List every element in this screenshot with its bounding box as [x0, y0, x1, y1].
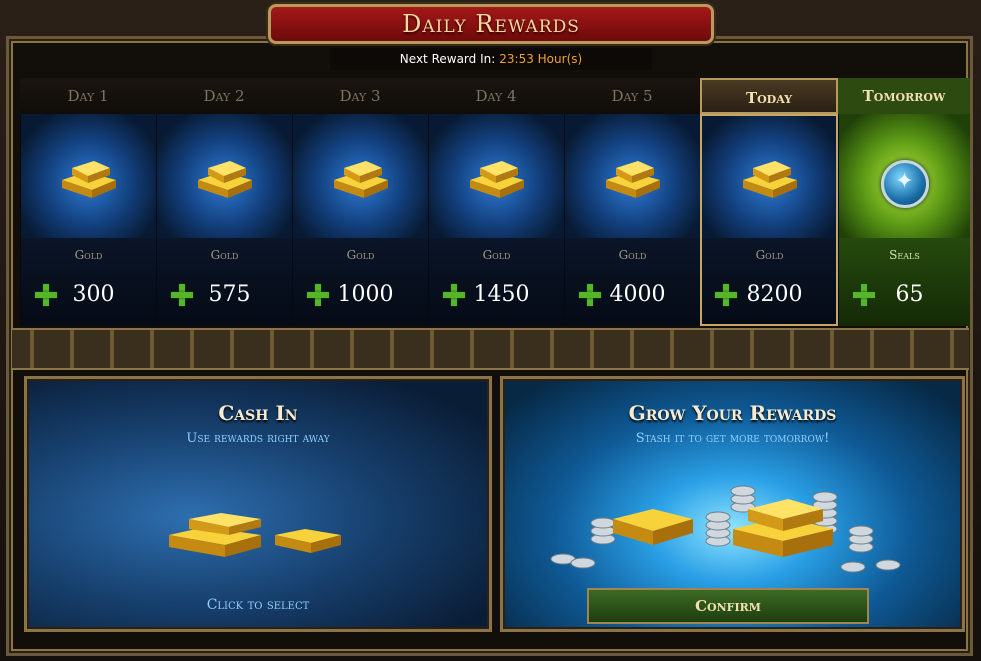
next-reward-label: Next Reward In: — [399, 52, 496, 66]
dragon-seal-icon — [880, 160, 929, 208]
click-to-select[interactable]: Click to select — [27, 597, 489, 613]
gold-bars-icon — [169, 513, 341, 557]
tomorrow-label: Tomorrow — [838, 78, 970, 114]
day-label: Day 3 — [292, 78, 428, 114]
day-card-3: Day 3 Gold 1000 — [292, 78, 428, 326]
day-label: Day 5 — [564, 78, 700, 114]
reward-type: Gold — [74, 248, 103, 262]
reward-icon-panel — [838, 114, 970, 238]
day-card-1: Day 1 Gold 300 — [20, 78, 156, 326]
reward-info: Seals 65 — [838, 238, 970, 326]
reward-type: Gold — [618, 248, 647, 262]
gold-bars-icon — [742, 161, 797, 198]
reward-info: Gold 8200 — [700, 238, 838, 326]
grow-rewards-subtitle: Stash it to get more tomorrow! — [635, 431, 830, 446]
game-window: Daily Rewards Next Reward In: 23:53 Hour(… — [0, 0, 981, 661]
reward-icon-panel — [156, 114, 292, 238]
reward-amount: 1000 — [337, 282, 394, 307]
reward-icon-panel — [428, 114, 564, 238]
ornamental-divider — [12, 328, 969, 370]
reward-type: Gold — [210, 248, 239, 262]
day-label: Day 1 — [20, 78, 156, 114]
gold-bars-icon — [333, 161, 388, 198]
reward-info: Gold 1000 — [292, 238, 428, 326]
reward-type: Seals — [889, 248, 920, 262]
reward-info: Gold 4000 — [564, 238, 700, 326]
grow-rewards-option[interactable]: Grow Your Rewards Stash it to get more t… — [500, 376, 965, 632]
daily-reward-strip: Day 1 Gold 300 Day 2 Gold 575 Day 3 Gold… — [20, 78, 970, 326]
day-card-2: Day 2 Gold 575 — [156, 78, 292, 326]
reward-amount: 575 — [208, 282, 251, 307]
day-card-tomorrow: Tomorrow Seals 65 — [838, 78, 970, 326]
next-reward-timer: Next Reward In: 23:53 Hour(s) — [330, 48, 652, 70]
dialog-title: Daily Rewards — [402, 10, 580, 38]
gold-bars-icon — [61, 161, 116, 198]
reward-icon-panel — [564, 114, 700, 238]
reward-info: Gold 575 — [156, 238, 292, 326]
reward-icon-panel — [292, 114, 428, 238]
gold-bars-icon — [605, 161, 660, 198]
reward-amount: 4000 — [609, 282, 666, 307]
reward-info: Gold 1450 — [428, 238, 564, 326]
confirm-button[interactable]: Confirm — [587, 588, 869, 624]
silver-coins-icon — [550, 485, 901, 573]
day-card-5: Day 5 Gold 4000 — [564, 78, 700, 326]
day-label: Day 2 — [156, 78, 292, 114]
reward-type: Gold — [482, 248, 511, 262]
reward-amount: 300 — [72, 282, 115, 307]
cash-in-option[interactable]: Cash In Use rewards right away Click to … — [24, 376, 492, 632]
day-card-today: Today Gold 8200 — [700, 78, 838, 326]
next-reward-time: 23:53 Hour(s) — [499, 52, 583, 66]
title-banner: Daily Rewards — [268, 4, 714, 44]
reward-type: Gold — [346, 248, 375, 262]
gold-bars-icon — [469, 161, 524, 198]
day-card-4: Day 4 Gold 1450 — [428, 78, 564, 326]
reward-icon-panel — [700, 114, 838, 238]
cash-in-title: Cash In — [218, 401, 298, 425]
reward-amount: 1450 — [473, 282, 530, 307]
grow-rewards-title: Grow Your Rewards — [628, 401, 837, 425]
gold-bars-icon — [197, 161, 252, 198]
today-label: Today — [700, 78, 838, 114]
reward-amount: 8200 — [746, 282, 803, 307]
day-label: Day 4 — [428, 78, 564, 114]
reward-amount: 65 — [895, 282, 924, 307]
reward-type: Gold — [755, 248, 784, 262]
reward-info: Gold 300 — [20, 238, 156, 326]
reward-icon-panel — [20, 114, 156, 238]
cash-in-subtitle: Use rewards right away — [186, 431, 330, 446]
